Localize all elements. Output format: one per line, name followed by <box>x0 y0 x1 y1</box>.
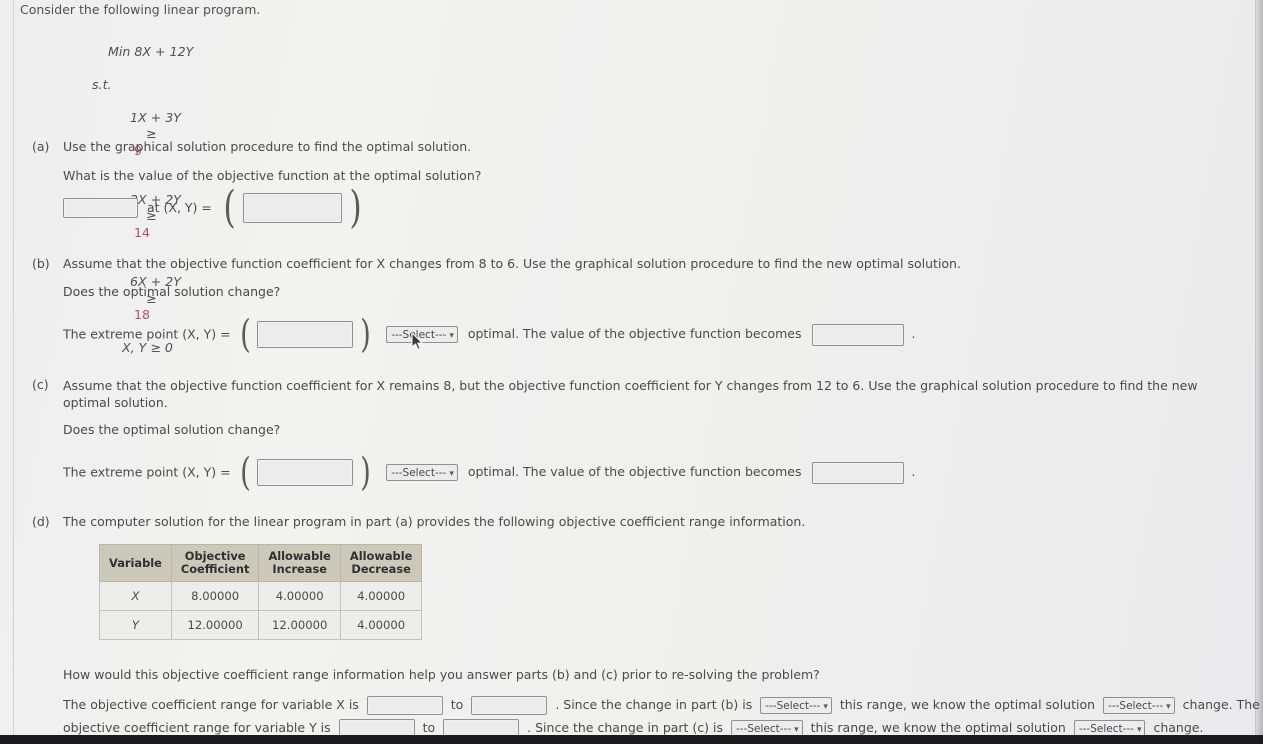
select-value: ---Select--- <box>391 329 447 342</box>
extreme-point-input[interactable] <box>257 459 354 487</box>
part-a-answer-prefix: at (X, Y) = <box>146 199 212 215</box>
header-objective-coefficient: Objective Coefficient <box>170 544 260 582</box>
optimal-change-select[interactable]: ---Select--- ▾ <box>386 464 458 482</box>
part-d-label: (d) <box>32 514 50 529</box>
part-c-answer-row: The extreme point (X, Y) = ( ) ---Select… <box>63 450 916 494</box>
part-c-prompt: Assume that the objective function coeff… <box>63 378 1198 410</box>
cell-variable: X <box>99 581 172 611</box>
chevron-down-icon: ▾ <box>449 469 454 480</box>
sentence2-text-1: objective coefficient range for variable… <box>63 720 331 735</box>
period: . <box>911 464 916 480</box>
part-c-mid-text: optimal. The value of the objective func… <box>467 464 802 480</box>
sentence1-text-1: The objective coefficient range for vari… <box>63 697 359 712</box>
part-c-extreme-point-label: The extreme point (X, Y) = <box>63 464 231 480</box>
header-line-2: Coefficient <box>180 562 250 576</box>
header-line-2: Decrease <box>351 562 411 576</box>
part-c-question: Does the optimal solution change? <box>63 422 281 437</box>
part-a-question: What is the value of the objective funct… <box>63 168 482 183</box>
cell-allowable-increase: 4.00000 <box>258 581 341 611</box>
sentence2-text-2: . Since the change in part (c) is <box>527 720 724 735</box>
part-d-prompt: The computer solution for the linear pro… <box>63 514 806 529</box>
sentence1-to: to <box>450 697 464 712</box>
objective-value-input[interactable] <box>811 323 904 346</box>
constraint-lhs: 1X + 3Y <box>130 110 181 126</box>
select-value: ---Select--- <box>765 700 821 712</box>
optimal-point-input[interactable] <box>243 193 343 224</box>
part-a-label: (a) <box>32 139 50 154</box>
part-b-prompt: Assume that the objective function coeff… <box>63 256 961 271</box>
select-value: ---Select--- <box>736 723 792 735</box>
select-value: ---Select--- <box>1108 700 1164 712</box>
right-paren: ) <box>360 450 372 494</box>
select-value: ---Select--- <box>391 467 447 480</box>
page-edge-shadow <box>1255 0 1263 744</box>
left-margin-rule <box>13 0 14 744</box>
objective-min-label: Min <box>108 44 131 60</box>
right-paren: ) <box>349 182 362 233</box>
header-allowable-decrease: Allowable Decrease <box>339 544 423 582</box>
part-b-solution-change-select[interactable]: ---Select--- ▾ <box>1103 697 1175 714</box>
chevron-down-icon: ▾ <box>449 331 454 342</box>
constraint-row-1: 1X + 3Y ≥ 9 <box>92 94 193 176</box>
cell-variable: Y <box>99 610 172 640</box>
part-b-question: Does the optimal solution change? <box>63 284 281 299</box>
table-header-row: Variable Objective Coefficient Allowable… <box>99 544 423 582</box>
constraint-rhs: 14 <box>134 224 151 240</box>
select-value: ---Select--- <box>1078 723 1134 735</box>
cell-objective-coefficient: 12.00000 <box>170 610 260 640</box>
part-b-change-inside-select[interactable]: ---Select--- ▾ <box>760 697 832 714</box>
part-d-question: How would this objective coefficient ran… <box>63 667 820 682</box>
sentence1-text-3: this range, we know the optimal solution <box>839 697 1096 712</box>
sentence1-text-4: change. The <box>1182 697 1260 712</box>
header-allowable-increase: Allowable Increase <box>258 544 341 582</box>
chevron-down-icon: ▾ <box>1136 725 1142 735</box>
sentence1-text-2: . Since the change in part (b) is <box>555 697 753 712</box>
extreme-point-input[interactable] <box>257 321 354 349</box>
header-line-1: Allowable <box>349 549 413 563</box>
cell-objective-coefficient: 8.00000 <box>170 581 260 611</box>
header-variable: Variable <box>99 544 172 582</box>
header-line-1: Objective <box>184 549 246 563</box>
objective-value-input[interactable] <box>811 461 904 484</box>
cell-allowable-decrease: 4.00000 <box>339 610 423 640</box>
period: . <box>911 326 916 342</box>
objective-value-input[interactable] <box>63 198 138 219</box>
subject-to-label: s.t. <box>92 77 112 93</box>
table-row: X 8.00000 4.00000 4.00000 <box>99 581 423 611</box>
chevron-down-icon: ▾ <box>1166 702 1171 712</box>
optimal-change-select[interactable]: ---Select--- ▾ <box>386 326 458 344</box>
right-paren: ) <box>360 312 372 356</box>
header-line-1: Variable <box>109 555 162 570</box>
range-x-high-input[interactable] <box>471 696 548 715</box>
part-d-sentence-1: The objective coefficient range for vari… <box>63 696 1260 715</box>
range-x-low-input[interactable] <box>366 696 443 715</box>
table-row: Y 12.00000 12.00000 4.00000 <box>99 610 423 640</box>
header-line-2: Increase <box>272 562 327 576</box>
part-b-label: (b) <box>32 256 50 271</box>
cell-allowable-decrease: 4.00000 <box>339 581 423 611</box>
part-c-label: (c) <box>32 377 49 392</box>
sentence2-text-3: this range, we know the optimal solution <box>810 720 1066 735</box>
chevron-down-icon: ▾ <box>823 702 828 712</box>
intro-text: Consider the following linear program. <box>20 2 261 17</box>
left-paren: ( <box>239 312 251 356</box>
part-b-extreme-point-label: The extreme point (X, Y) = <box>63 326 231 342</box>
objective-row: Min 8X + 12Y <box>92 28 193 77</box>
part-a-answer-row: at (X, Y) = ( ) <box>63 182 364 233</box>
part-b-answer-row: The extreme point (X, Y) = ( ) ---Select… <box>63 312 916 356</box>
part-b-mid-text: optimal. The value of the objective func… <box>467 326 802 342</box>
bottom-black-bar <box>0 735 1263 744</box>
cell-allowable-increase: 12.00000 <box>258 610 341 640</box>
left-paren: ( <box>239 450 251 494</box>
objective-expression: 8X + 12Y <box>134 44 194 60</box>
sentence2-to: to <box>422 720 436 735</box>
objective-coefficient-range-table: Variable Objective Coefficient Allowable… <box>99 544 423 640</box>
left-paren: ( <box>223 182 236 233</box>
part-a-prompt: Use the graphical solution procedure to … <box>63 139 472 154</box>
chevron-down-icon: ▾ <box>794 725 799 735</box>
sentence2-text-4: change. <box>1153 720 1204 735</box>
header-line-1: Allowable <box>268 549 331 563</box>
